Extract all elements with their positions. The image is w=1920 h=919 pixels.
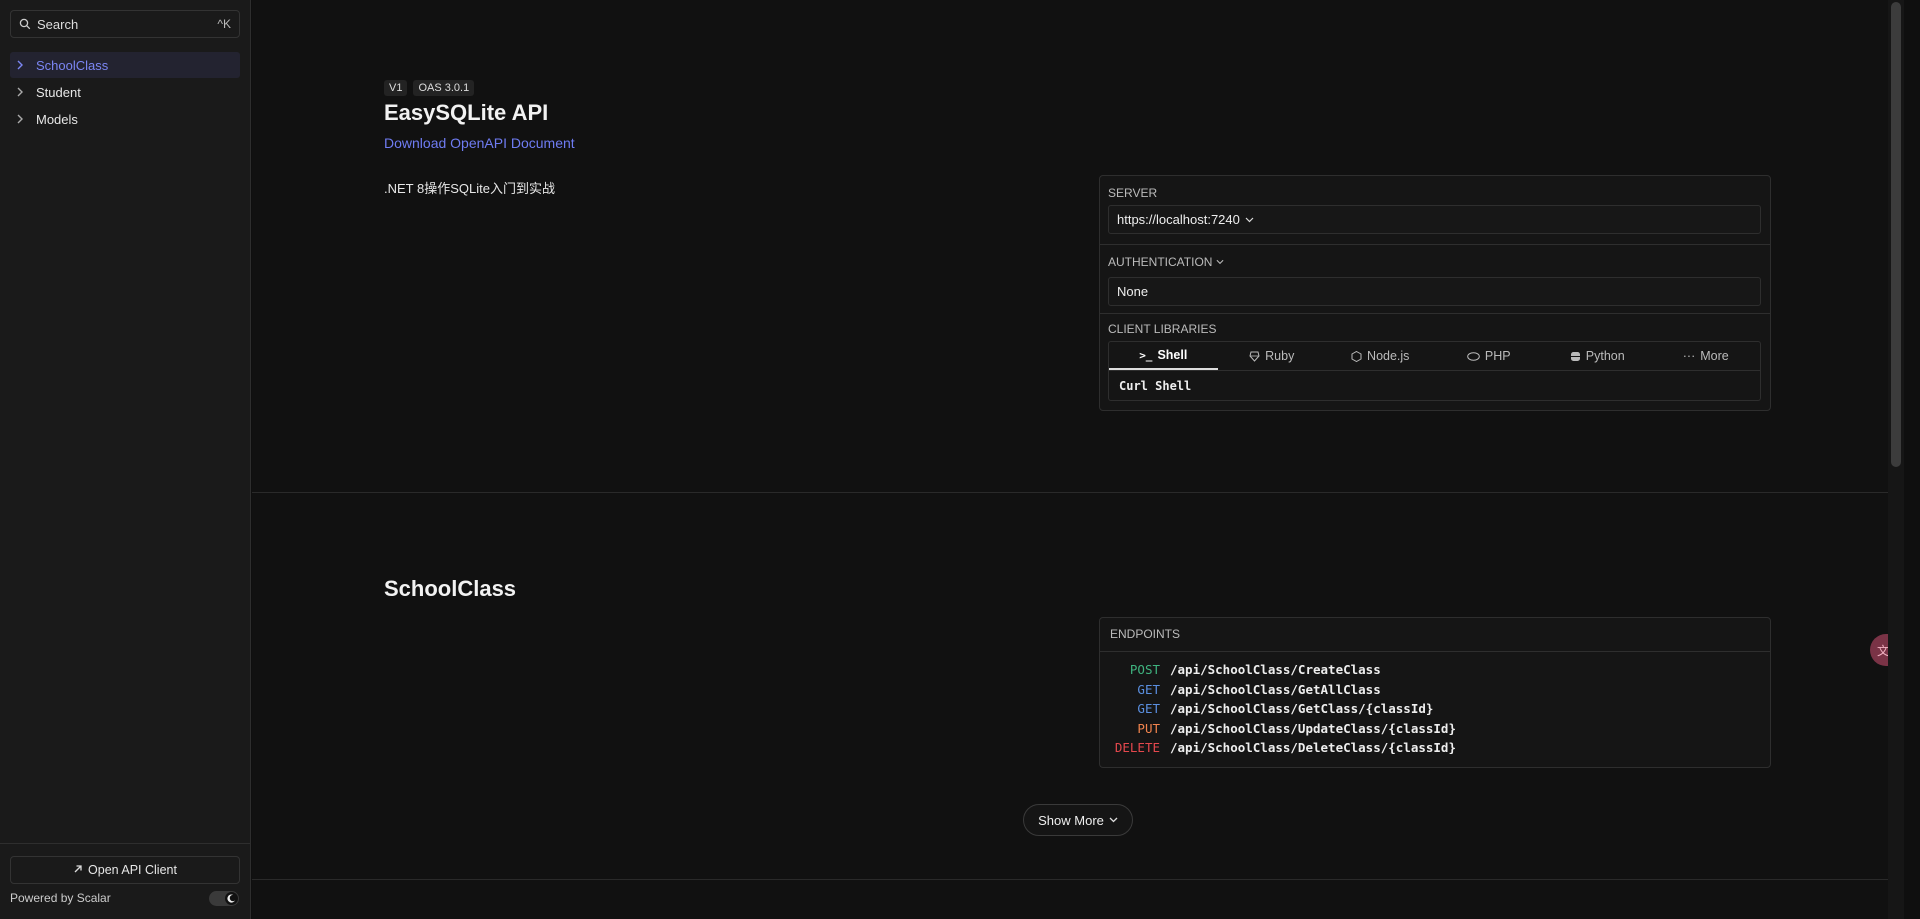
tab-python[interactable]: Python [1543,342,1652,370]
method-badge: POST [1129,662,1160,678]
tab-more[interactable]: ··· More [1652,342,1761,370]
search-label: Search [37,16,79,32]
tab-label: PHP [1484,349,1511,363]
method-badge: GET [1137,681,1160,697]
endpoint-row[interactable]: PUT /api/SchoolClass/UpdateClass/{classI… [1100,719,1770,739]
version-badge: V1 [384,80,408,96]
method-badge: PUT [1137,720,1160,736]
authentication-label: AUTHENTICATION [1108,255,1213,269]
section-divider [252,492,1904,493]
endpoints-card: ENDPOINTS POST /api/SchoolClass/CreateCl… [1099,617,1771,768]
sidebar-nav: SchoolClass Student Models [10,52,240,133]
card-divider [1100,313,1770,314]
sidebar-item-label: Models [36,111,78,127]
tab-label: More [1700,349,1729,363]
version-badges: V1 OAS 3.0.1 [384,80,475,96]
sidebar: Search ^K SchoolClass Student Models Ope… [0,0,251,919]
sidebar-item-models[interactable]: Models [10,106,240,132]
open-api-client-button[interactable]: Open API Client [10,856,240,884]
terminal-icon: >_ [1139,348,1153,362]
nodejs-icon [1351,350,1362,362]
search-shortcut: ^K [217,17,231,31]
authentication-toggle[interactable]: AUTHENTICATION [1108,255,1224,269]
php-icon [1467,351,1480,361]
tab-nodejs[interactable]: Node.js [1326,342,1435,370]
endpoint-row[interactable]: GET /api/SchoolClass/GetAllClass [1100,680,1770,700]
endpoints-label: ENDPOINTS [1110,627,1181,641]
scrollbar-thumb[interactable] [1891,2,1901,467]
tab-label: Node.js [1367,349,1410,363]
endpoint-path: /api/SchoolClass/UpdateClass/{classId} [1170,720,1456,736]
server-url: https://localhost:7240 [1117,212,1240,227]
api-description: .NET 8操作SQLite入门到实战 [384,181,555,196]
chevron-down-icon [1216,259,1224,265]
method-badge: GET [1137,701,1160,717]
main-content: V1 OAS 3.0.1 EasySQLite API Download Ope… [252,0,1904,919]
chevron-right-icon [16,87,30,97]
sidebar-item-schoolclass[interactable]: SchoolClass [10,52,240,78]
card-divider [1100,244,1770,245]
authentication-value: None [1117,284,1149,299]
external-arrow-icon [73,863,83,877]
endpoint-list: POST /api/SchoolClass/CreateClass GET /a… [1100,660,1770,758]
moon-icon [225,892,238,905]
tab-label: Ruby [1265,349,1295,363]
chevron-down-icon [1109,817,1118,823]
client-selected: Curl Shell [1108,371,1761,401]
download-openapi-link[interactable]: Download OpenAPI Document [384,135,575,151]
server-card: SERVER https://localhost:7240 AUTHENTICA… [1099,175,1771,411]
dark-mode-toggle[interactable] [209,891,239,906]
chevron-down-icon [1245,217,1254,223]
endpoint-row[interactable]: GET /api/SchoolClass/GetClass/{classId} [1100,699,1770,719]
show-more-label: Show More [1038,812,1104,828]
authentication-select[interactable]: None [1108,277,1761,306]
page-title: EasySQLite API [384,100,549,125]
tab-php[interactable]: PHP [1435,342,1544,370]
endpoint-path: /api/SchoolClass/GetClass/{classId} [1170,701,1434,717]
more-icon: ··· [1682,349,1696,363]
endpoint-row[interactable]: POST /api/SchoolClass/CreateClass [1100,660,1770,680]
client-library-tabs: >_ Shell Ruby Node.js PHP Python ··· Mor… [1108,341,1761,371]
tab-shell[interactable]: >_ Shell [1109,342,1218,370]
sidebar-footer: Open API Client Powered by Scalar [0,843,251,919]
powered-by-text: Powered by Scalar [10,891,111,905]
chevron-right-icon [16,114,30,124]
tab-label: Shell [1157,348,1188,362]
endpoint-path: /api/SchoolClass/DeleteClass/{classId} [1170,740,1456,756]
sidebar-item-label: Student [36,84,81,100]
endpoint-row[interactable]: DELETE /api/SchoolClass/DeleteClass/{cla… [1100,738,1770,758]
section-title: SchoolClass [384,576,517,601]
open-api-client-label: Open API Client [88,863,177,877]
method-badge: DELETE [1114,740,1160,756]
scrollbar[interactable] [1888,0,1904,919]
sidebar-item-student[interactable]: Student [10,79,240,105]
search-icon [19,18,31,30]
oas-badge: OAS 3.0.1 [413,80,475,96]
card-divider [1100,651,1770,652]
endpoint-path: /api/SchoolClass/GetAllClass [1170,681,1381,697]
client-libraries-label: CLIENT LIBRARIES [1108,322,1217,336]
server-label: SERVER [1108,186,1158,200]
endpoint-path: /api/SchoolClass/CreateClass [1170,662,1381,678]
search-input[interactable]: Search ^K [10,10,240,38]
server-select[interactable]: https://localhost:7240 [1108,205,1761,234]
chevron-right-icon [16,60,30,70]
sidebar-item-label: SchoolClass [36,57,109,73]
tab-ruby[interactable]: Ruby [1218,342,1327,370]
show-more-button[interactable]: Show More [1023,804,1133,836]
python-icon [1570,351,1581,362]
section-divider [252,879,1904,880]
tab-label: Python [1585,349,1625,363]
ruby-icon [1249,351,1260,362]
